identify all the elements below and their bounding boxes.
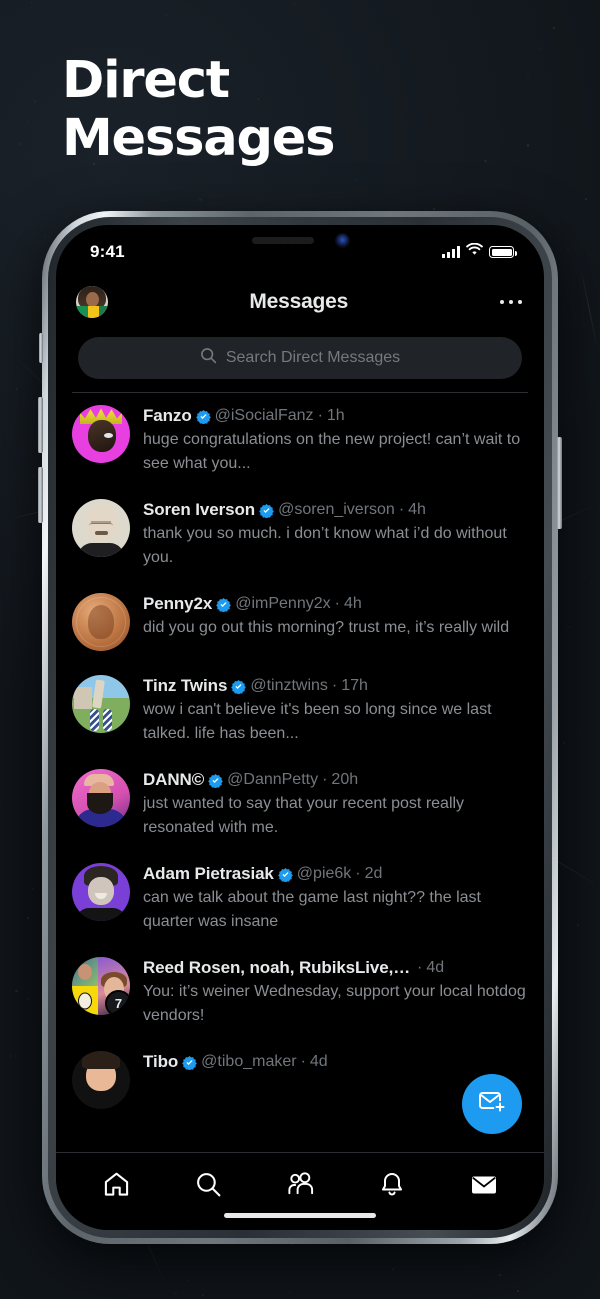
search-input[interactable]: Search Direct Messages <box>78 337 522 379</box>
header-divider <box>72 392 528 393</box>
verified-badge-icon <box>231 679 247 695</box>
separator: · <box>300 1053 306 1070</box>
more-options-icon[interactable] <box>499 299 522 305</box>
conversation-name: Adam Pietrasiak <box>143 864 274 883</box>
new-message-icon <box>477 1088 507 1121</box>
conversation-name: Fanzo <box>143 406 192 425</box>
list-item[interactable]: Adam Pietrasiak @pie6k · 2d can we talk … <box>56 851 544 945</box>
conversation-preview: huge congratulations on the new project!… <box>143 431 521 472</box>
search-icon <box>200 347 217 369</box>
separator: · <box>317 407 323 424</box>
screen-title: Messages <box>249 290 349 313</box>
status-bar-clock: 9:41 <box>90 242 125 261</box>
group-avatar[interactable]: 7 <box>72 957 130 1015</box>
list-item[interactable]: Penny2x @imPenny2x · 4h did you go out t… <box>56 581 544 663</box>
nav-communities[interactable] <box>276 1167 324 1201</box>
nav-home[interactable] <box>92 1167 140 1201</box>
penny2x-avatar[interactable] <box>72 593 130 651</box>
separator: · <box>334 595 340 612</box>
conversation-preview: thank you so much. i don’t know what i’d… <box>143 525 507 566</box>
search-bar-container: Search Direct Messages <box>56 331 544 389</box>
list-item[interactable]: Tinz Twins @tinztwins · 17h wow i can't … <box>56 663 544 757</box>
soren-iverson-avatar[interactable] <box>72 499 130 557</box>
conversation-name: Tinz Twins <box>143 676 228 695</box>
app-header: Messages <box>56 273 544 331</box>
fanzo-avatar[interactable] <box>72 405 130 463</box>
conversation-time: 1h <box>326 407 345 424</box>
verified-badge-icon <box>216 597 232 613</box>
conversation-preview: You: it’s weiner Wednesday, support your… <box>143 983 526 1024</box>
nav-notifications[interactable] <box>368 1167 416 1201</box>
page-title-line-2: Messages <box>62 109 336 168</box>
search-placeholder: Search Direct Messages <box>225 349 401 366</box>
nav-search[interactable] <box>184 1167 232 1201</box>
separator: · <box>355 865 361 882</box>
adam-pietrasiak-avatar[interactable] <box>72 863 130 921</box>
verified-badge-icon <box>195 409 211 425</box>
phone-mockup: 9:41 Messages Search Direct Messages Fan… <box>38 211 562 1244</box>
conversation-name: Reed Rosen, noah, RubiksLive, H... <box>143 958 413 977</box>
conversation-name: DANN© <box>143 770 205 789</box>
conversation-name: Tibo <box>143 1052 179 1071</box>
conversation-time: 2d <box>364 865 383 882</box>
conversation-handle: @imPenny2x <box>235 595 331 612</box>
separator: · <box>322 771 328 788</box>
page-title: Direct Messages <box>62 51 336 168</box>
verified-badge-icon <box>259 503 274 519</box>
nav-messages[interactable] <box>460 1167 508 1201</box>
front-camera-icon <box>335 234 349 247</box>
list-item[interactable]: DANN© @DannPetty · 20h just wanted to sa… <box>56 757 544 851</box>
separator: · <box>398 501 405 518</box>
new-message-button[interactable] <box>462 1074 522 1134</box>
battery-icon <box>489 246 517 258</box>
profile-avatar[interactable] <box>76 286 108 318</box>
verified-badge-icon <box>277 867 293 883</box>
conversation-preview: just wanted to say that your recent post… <box>143 795 465 836</box>
home-indicator <box>224 1212 376 1218</box>
phone-screen: 9:41 Messages Search Direct Messages Fan… <box>56 225 544 1230</box>
list-item[interactable]: 7 Reed Rosen, noah, RubiksLive, H... · 4… <box>56 945 544 1039</box>
separator: · <box>331 677 338 694</box>
verified-badge-icon <box>208 773 224 789</box>
separator: · <box>417 959 423 976</box>
bottom-navigation-bar <box>56 1152 544 1230</box>
conversation-preview: can we talk about the game last night?? … <box>143 889 481 930</box>
tibo-avatar[interactable] <box>72 1051 130 1109</box>
phone-notch <box>214 225 386 256</box>
earpiece-speaker-icon <box>251 237 314 244</box>
conversation-preview: did you go out this morning? trust me, i… <box>143 619 510 636</box>
conversation-handle: @pie6k <box>296 865 352 882</box>
page-title-line-1: Direct <box>62 51 230 110</box>
conversation-name: Soren Iverson <box>143 500 256 519</box>
wifi-icon <box>466 242 483 261</box>
dann-avatar[interactable] <box>72 769 130 827</box>
conversation-handle: @soren_iverson <box>278 501 395 518</box>
conversation-time: 4h <box>343 595 362 612</box>
conversation-name: Penny2x <box>143 594 213 613</box>
status-bar-icons <box>442 242 517 261</box>
conversation-handle: @tibo_maker <box>201 1053 297 1070</box>
list-item[interactable]: Fanzo @iSocialFanz · 1h huge congratulat… <box>56 393 544 487</box>
power-button[interactable] <box>557 437 562 529</box>
conversation-time: 17h <box>341 677 368 694</box>
conversation-time: 4d <box>426 959 445 976</box>
verified-badge-icon <box>182 1055 198 1071</box>
conversation-handle: @DannPetty <box>227 771 319 788</box>
cellular-signal-icon <box>442 246 460 258</box>
conversation-list[interactable]: Fanzo @iSocialFanz · 1h huge congratulat… <box>56 393 544 1152</box>
volume-up-button[interactable] <box>38 397 43 453</box>
conversation-time: 4d <box>309 1053 328 1070</box>
tinz-twins-avatar[interactable] <box>72 675 130 733</box>
conversation-handle: @tinztwins <box>250 677 328 694</box>
volume-down-button[interactable] <box>38 467 43 523</box>
list-item[interactable]: Soren Iverson @soren_iverson · 4h thank … <box>56 487 544 581</box>
group-count-badge: 7 <box>105 990 130 1015</box>
silent-switch[interactable] <box>39 333 43 363</box>
conversation-time: 4h <box>408 501 426 518</box>
conversation-time: 20h <box>331 771 359 788</box>
conversation-preview: wow i can't believe it's been so long si… <box>143 701 492 742</box>
conversation-handle: @iSocialFanz <box>214 407 314 424</box>
